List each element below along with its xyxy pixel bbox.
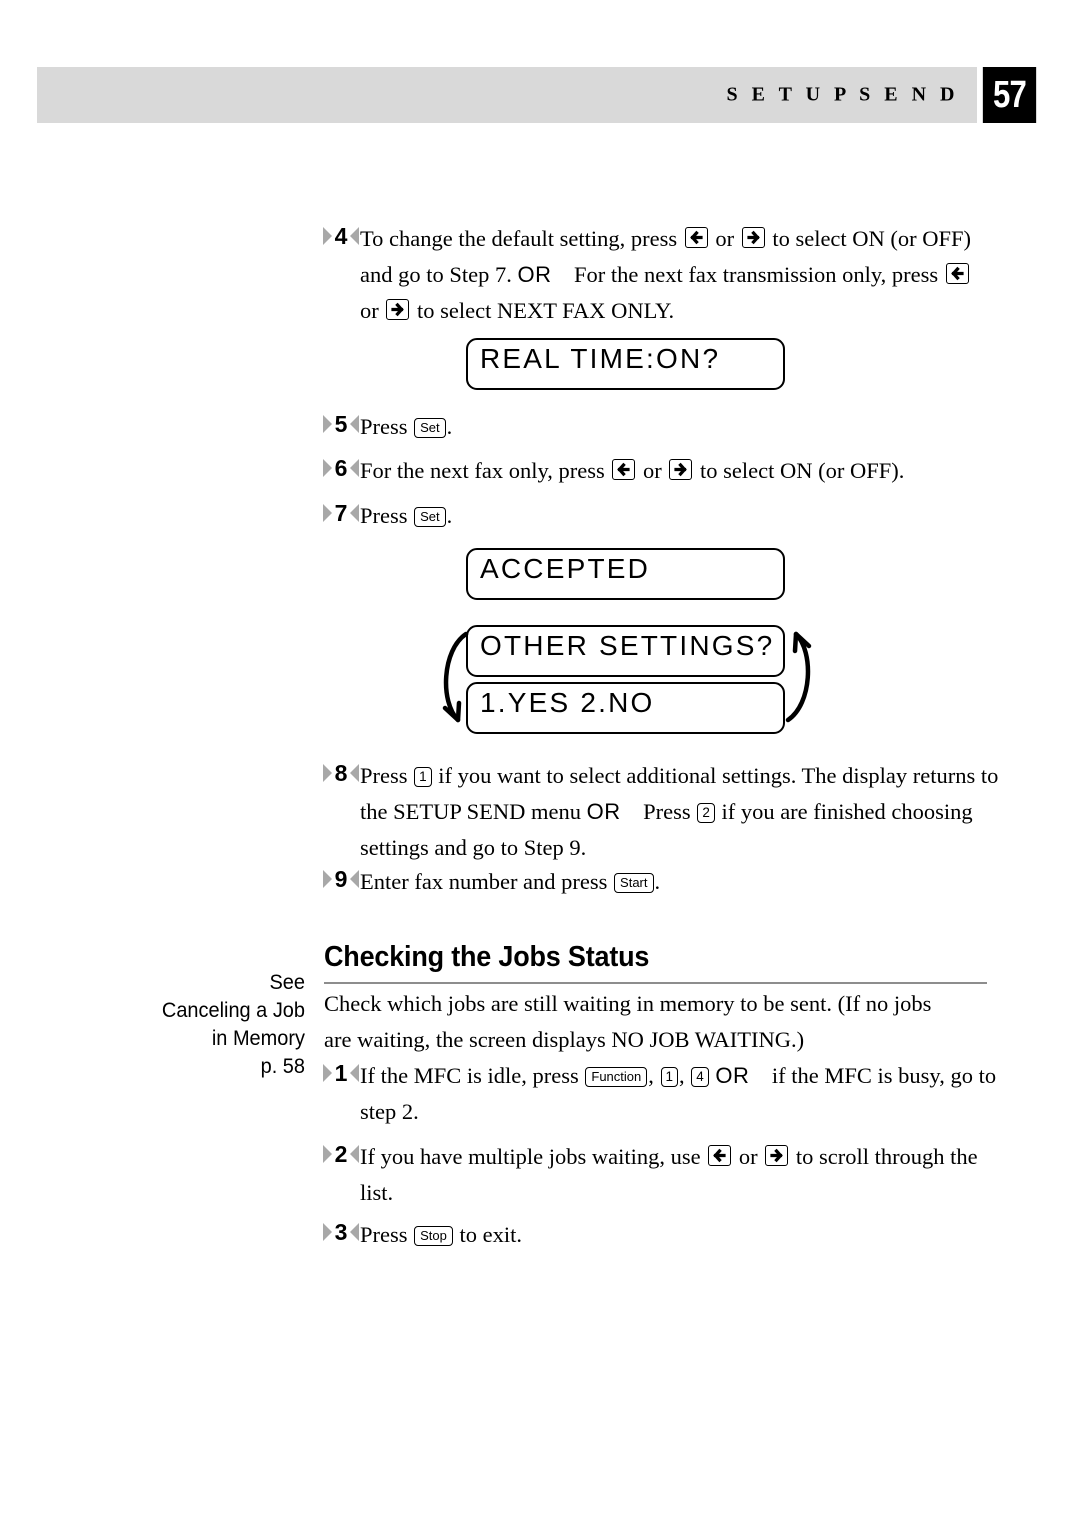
- section-header-label: S E T U P S E N D: [726, 83, 959, 106]
- key-button-start[interactable]: Start: [614, 873, 654, 893]
- step-marker-right-wing-icon: [350, 1223, 359, 1241]
- step-item: 8 Press 1 if you want to select addition…: [322, 758, 1002, 866]
- step-marker-right-wing-icon: [350, 764, 359, 782]
- or-separator: OR: [517, 262, 552, 287]
- right-arrow-key[interactable]: [669, 459, 693, 480]
- step-number-marker: 8: [322, 760, 360, 786]
- step-number: 4: [334, 222, 348, 249]
- step-marker-left-wing-icon: [323, 764, 332, 782]
- step-number-marker: 1: [322, 1060, 360, 1086]
- lcd-display-text: REAL TIME:ON?: [480, 343, 721, 374]
- step-marker-left-wing-icon: [323, 870, 332, 888]
- key-button-1[interactable]: 1: [660, 1067, 679, 1087]
- step-marker-left-wing-icon: [323, 415, 332, 433]
- step-number-marker: 9: [322, 866, 360, 892]
- lcd-display-yes-no: 1.YES 2.NO: [466, 682, 785, 734]
- step-number-marker: 3: [322, 1219, 360, 1245]
- step-text: Press Stop to exit.: [360, 1222, 523, 1247]
- step-number: 2: [334, 1140, 348, 1167]
- lcd-display-text: OTHER SETTINGS?: [480, 630, 775, 661]
- right-arrow-key[interactable]: [765, 1145, 789, 1166]
- lcd-display-real-time: REAL TIME:ON?: [466, 338, 785, 390]
- step-marker-left-wing-icon: [323, 1223, 332, 1241]
- step-text: Press 1 if you want to select additional…: [360, 763, 999, 860]
- step-item: 9 Enter fax number and press Start.: [322, 864, 982, 900]
- key-button-4[interactable]: 4: [691, 1067, 709, 1087]
- step-item: 4 To change the default setting, press o…: [322, 221, 982, 329]
- step-marker-left-wing-icon: [323, 1145, 332, 1163]
- left-arrow-key[interactable]: [612, 459, 636, 480]
- step-text: Enter fax number and press Start.: [360, 869, 661, 894]
- left-arrow-key[interactable]: [684, 227, 708, 248]
- step-text: To change the default setting, press or …: [360, 226, 972, 323]
- margin-note-line: in Memory: [211, 1027, 305, 1050]
- or-separator: OR: [715, 1063, 750, 1088]
- page-number-badge: 57: [982, 67, 1037, 123]
- step-number: 1: [334, 1059, 348, 1086]
- step-number: 5: [334, 410, 348, 437]
- step-item: 2 If you have multiple jobs waiting, use…: [322, 1139, 1002, 1211]
- page-header-band: S E T U P S E N D: [37, 67, 977, 123]
- step-text: Press Set.: [360, 503, 453, 528]
- key-button-stop[interactable]: Stop: [414, 1226, 453, 1246]
- step-text: Press Set.: [360, 414, 453, 439]
- step-marker-right-wing-icon: [350, 870, 359, 888]
- step-marker-right-wing-icon: [350, 459, 359, 477]
- step-item: 3 Press Stop to exit.: [322, 1217, 982, 1253]
- margin-note: See Canceling a Job in Memory p. 58: [120, 969, 305, 1081]
- step-item: 7 Press Set.: [322, 498, 982, 534]
- step-marker-right-wing-icon: [350, 504, 359, 522]
- key-button-1[interactable]: 1: [414, 767, 432, 787]
- step-number-marker: 4: [322, 223, 360, 249]
- section-intro-text: Check which jobs are still waiting in me…: [324, 991, 932, 1052]
- step-marker-left-wing-icon: [323, 1064, 332, 1082]
- step-text: For the next fax only, press or to selec…: [360, 458, 905, 483]
- key-button-set[interactable]: Set: [414, 418, 446, 438]
- key-button-set[interactable]: Set: [414, 507, 446, 527]
- step-marker-right-wing-icon: [350, 415, 359, 433]
- step-number-marker: 6: [322, 455, 360, 481]
- step-item: 1 If the MFC is idle, press Function, 1,…: [322, 1058, 1002, 1130]
- step-text: If you have multiple jobs waiting, use o…: [360, 1144, 978, 1205]
- step-number-marker: 7: [322, 500, 360, 526]
- key-button-function[interactable]: Function: [585, 1067, 648, 1087]
- key-button-2[interactable]: 2: [697, 803, 715, 823]
- step-number: 7: [334, 499, 348, 526]
- step-number: 8: [334, 759, 348, 786]
- step-marker-left-wing-icon: [323, 504, 332, 522]
- lcd-display-text: 1.YES 2.NO: [480, 687, 655, 718]
- left-arrow-key[interactable]: [945, 263, 969, 284]
- step-text: If the MFC is idle, press Function, 1, 4…: [360, 1063, 997, 1124]
- section-title-rule: [324, 982, 987, 984]
- margin-note-line: Canceling a Job: [161, 999, 305, 1022]
- or-separator: OR: [586, 799, 621, 824]
- left-arrow-key[interactable]: [708, 1145, 732, 1166]
- step-marker-left-wing-icon: [323, 459, 332, 477]
- step-number-marker: 5: [322, 411, 360, 437]
- section-title: Checking the Jobs Status: [324, 941, 650, 973]
- step-number: 6: [334, 454, 348, 481]
- step-item: 5 Press Set.: [322, 409, 982, 445]
- step-marker-left-wing-icon: [323, 227, 332, 245]
- step-number: 9: [334, 865, 348, 892]
- right-arrow-key[interactable]: [386, 299, 410, 320]
- step-marker-right-wing-icon: [350, 1064, 359, 1082]
- step-marker-right-wing-icon: [350, 227, 359, 245]
- cycle-arrow-right-icon: [785, 631, 812, 723]
- right-arrow-key[interactable]: [741, 227, 765, 248]
- step-item: 6 For the next fax only, press or to sel…: [322, 453, 1002, 489]
- lcd-display-text: ACCEPTED: [480, 553, 651, 584]
- step-number-marker: 2: [322, 1141, 360, 1167]
- step-number: 3: [334, 1218, 348, 1245]
- margin-note-line: p. 58: [260, 1055, 305, 1078]
- margin-note-line: See: [269, 971, 305, 994]
- lcd-display-accepted: ACCEPTED: [466, 548, 785, 600]
- step-marker-right-wing-icon: [350, 1145, 359, 1163]
- cycle-arrow-left-icon: [442, 631, 469, 723]
- lcd-display-other-settings: OTHER SETTINGS?: [466, 625, 785, 677]
